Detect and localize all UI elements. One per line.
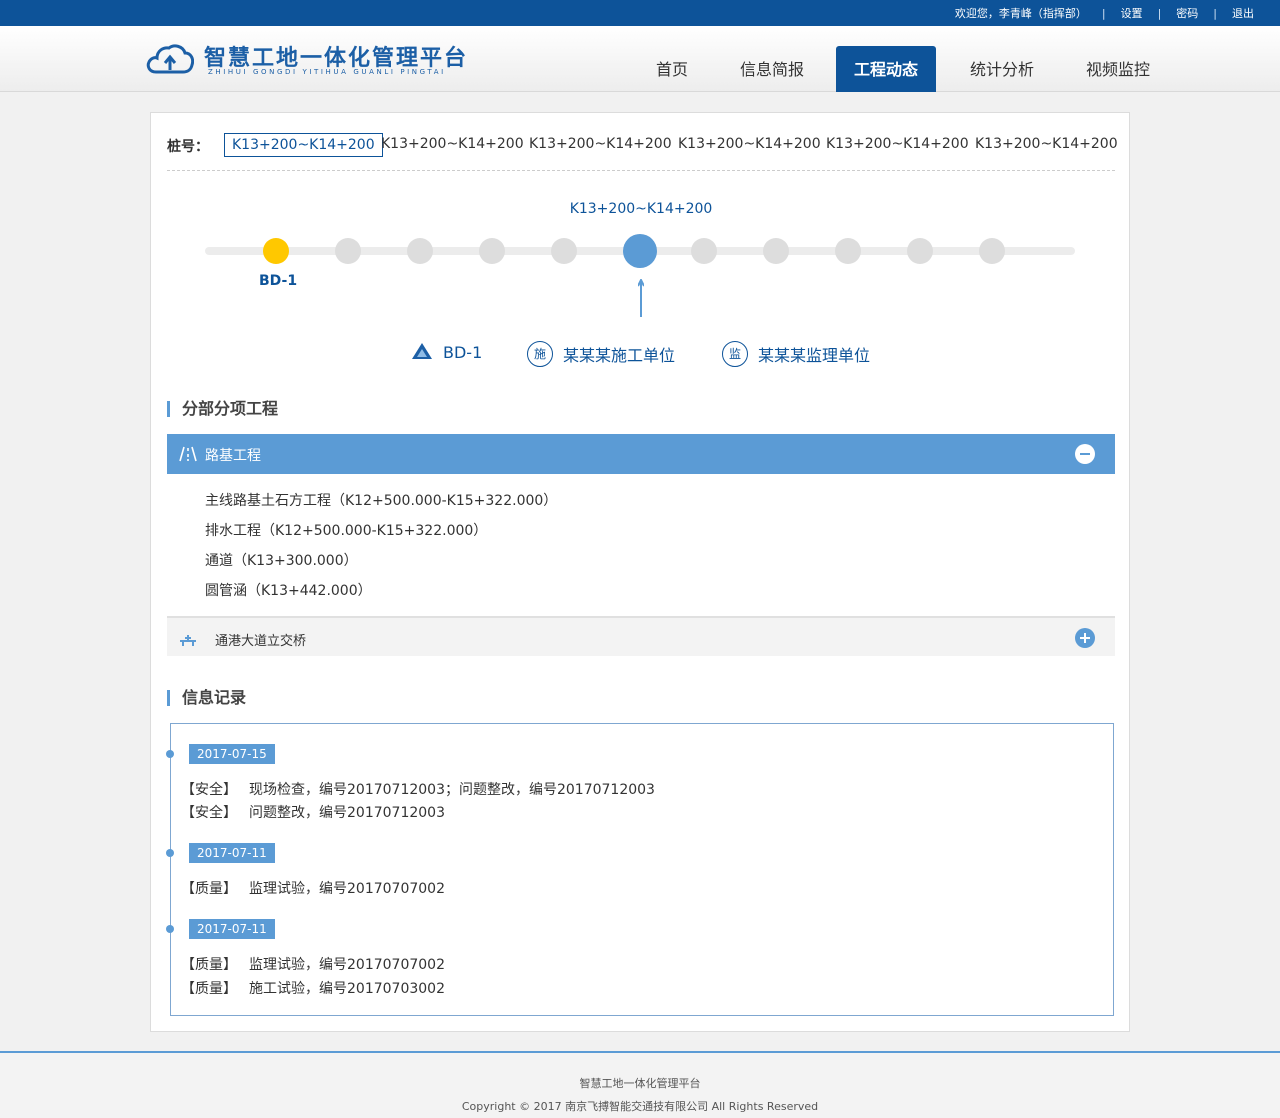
timeline-dot	[166, 925, 174, 933]
records-title: 信息记录	[167, 690, 246, 706]
collapse-icon[interactable]	[1075, 444, 1095, 464]
supervisor-unit[interactable]: 监 某某某监理单位	[722, 341, 870, 367]
logout-link[interactable]: 退出	[1232, 5, 1254, 21]
record-tag: 【安全】	[181, 782, 237, 798]
timeline-node[interactable]	[407, 238, 433, 264]
record-date: 2017-07-11	[189, 919, 275, 939]
timeline-start-label: BD-1	[259, 273, 298, 289]
nav-statistics[interactable]: 统计分析	[936, 46, 1068, 92]
record-date: 2017-07-15	[189, 744, 275, 764]
timeline-dot	[166, 750, 174, 758]
nav-video[interactable]: 视频监控	[1068, 46, 1168, 92]
subprojects-title: 分部分项工程	[167, 401, 278, 417]
record-text: 现场检查，编号20170712003；问题整改，编号20170712003	[249, 782, 655, 798]
record-text: 问题整改，编号20170712003	[249, 805, 445, 821]
stake-option[interactable]: K13+200~K14+200	[224, 133, 383, 157]
builder-unit[interactable]: 施 某某某施工单位	[527, 341, 675, 367]
header: 智慧工地一体化管理平台 ZHIHUI GONGDI YITIHUA GUANLI…	[0, 26, 1280, 92]
timeline-node[interactable]	[835, 238, 861, 264]
timeline-node[interactable]	[551, 238, 577, 264]
record-text: 监理试验，编号20170707002	[249, 881, 445, 897]
timeline-node[interactable]	[907, 238, 933, 264]
unit-info: BD-1 施 某某某施工单位 监 某某某监理单位	[151, 341, 1131, 371]
subproject-item[interactable]: 通道（K13+300.000）	[205, 550, 358, 570]
timeline-node[interactable]	[691, 238, 717, 264]
expand-icon[interactable]	[1075, 628, 1095, 648]
record-line[interactable]: 【安全】 问题整改，编号20170712003	[181, 802, 445, 822]
timeline-dot	[166, 849, 174, 857]
accordion-label: 路基工程	[205, 448, 261, 464]
logo[interactable]: 智慧工地一体化管理平台 ZHIHUI GONGDI YITIHUA GUANLI…	[146, 42, 466, 76]
bridge-icon	[180, 635, 196, 646]
site-subtitle: ZHIHUI GONGDI YITIHUA GUANLI PINGTAI	[208, 68, 446, 76]
builder-name: 某某某施工单位	[563, 346, 676, 365]
user-links: 欢迎您，李青峰（指挥部） | 设置 | 密码 | 退出	[955, 0, 1254, 26]
stake-label: 桩号：	[167, 139, 209, 155]
settings-link[interactable]: 设置	[1121, 5, 1143, 21]
stake-option[interactable]: K13+200~K14+200	[968, 133, 1125, 157]
timeline-node[interactable]	[763, 238, 789, 264]
separator: |	[1213, 6, 1217, 20]
record-line[interactable]: 【安全】 现场检查，编号20170712003；问题整改，编号2017071200…	[181, 779, 655, 799]
timeline-node[interactable]	[979, 238, 1005, 264]
section-unit[interactable]: BD-1	[411, 341, 482, 363]
section-name: BD-1	[443, 342, 483, 362]
main-panel: 桩号： K13+200~K14+200 K13+200~K14+200 K13+…	[150, 112, 1130, 1032]
accordion-roadbed[interactable]: 路基工程	[167, 434, 1115, 474]
stake-option[interactable]: K13+200~K14+200	[671, 133, 828, 157]
record-tag: 【安全】	[181, 805, 237, 821]
pyramid-icon	[412, 343, 432, 359]
timeline-node[interactable]	[479, 238, 505, 264]
record-text: 施工试验，编号20170703002	[249, 981, 445, 997]
main-nav: 首页 信息简报 工程动态 统计分析 视频监控	[632, 46, 1168, 92]
subproject-item[interactable]: 圆管涵（K13+442.000）	[205, 580, 372, 600]
accordion-label: 通港大道立交桥	[215, 634, 307, 649]
footer-name: 智慧工地一体化管理平台	[579, 1077, 701, 1090]
record-line[interactable]: 【质量】 监理试验，编号20170707002	[181, 878, 445, 898]
footer-copyright: Copyright © 2017 南京飞搏智能交通技有限公司 All Right…	[461, 1100, 819, 1113]
supervisor-badge-icon: 监	[722, 341, 748, 367]
separator: |	[1101, 6, 1106, 20]
builder-badge-icon: 施	[527, 341, 553, 367]
timeline-node-current[interactable]	[623, 234, 657, 268]
stake-option[interactable]: K13+200~K14+200	[819, 133, 976, 157]
record-tag: 【质量】	[181, 957, 237, 973]
top-bar: 欢迎您，李青峰（指挥部） | 设置 | 密码 | 退出	[0, 0, 1280, 26]
record-tag: 【质量】	[181, 881, 237, 897]
stake-option[interactable]: K13+200~K14+200	[374, 133, 531, 157]
nav-briefing[interactable]: 信息简报	[712, 46, 832, 92]
nav-home[interactable]: 首页	[632, 46, 712, 92]
stake-selector: 桩号： K13+200~K14+200 K13+200~K14+200 K13+…	[167, 133, 1118, 171]
record-text: 监理试验，编号20170707002	[249, 957, 445, 973]
accordion-bridge[interactable]: 通港大道立交桥	[167, 616, 1115, 656]
timeline-current-label: K13+200~K14+200	[569, 201, 713, 217]
separator: |	[1157, 6, 1162, 20]
road-icon	[179, 446, 197, 462]
nav-project-dynamics[interactable]: 工程动态	[836, 46, 936, 92]
subproject-item[interactable]: 主线路基土石方工程（K12+500.000-K15+322.000）	[205, 490, 557, 510]
record-line[interactable]: 【质量】 监理试验，编号20170707002	[181, 954, 445, 974]
subproject-item[interactable]: 排水工程（K12+500.000-K15+322.000）	[205, 520, 487, 540]
record-date: 2017-07-11	[189, 843, 275, 863]
record-line[interactable]: 【质量】 施工试验，编号20170703002	[181, 978, 445, 998]
supervisor-name: 某某某监理单位	[758, 346, 871, 365]
footer: 智慧工地一体化管理平台 Copyright © 2017 南京飞搏智能交通技有限…	[0, 1051, 1280, 1118]
welcome-text: 欢迎您，李青峰（指挥部）	[954, 7, 1087, 20]
timeline-node[interactable]	[335, 238, 361, 264]
stake-option[interactable]: K13+200~K14+200	[522, 133, 679, 157]
timeline-node[interactable]	[263, 238, 289, 264]
arrow-up-icon	[638, 279, 644, 317]
cloud-logo-icon	[146, 44, 194, 74]
password-link[interactable]: 密码	[1176, 5, 1198, 21]
record-tag: 【质量】	[181, 981, 237, 997]
